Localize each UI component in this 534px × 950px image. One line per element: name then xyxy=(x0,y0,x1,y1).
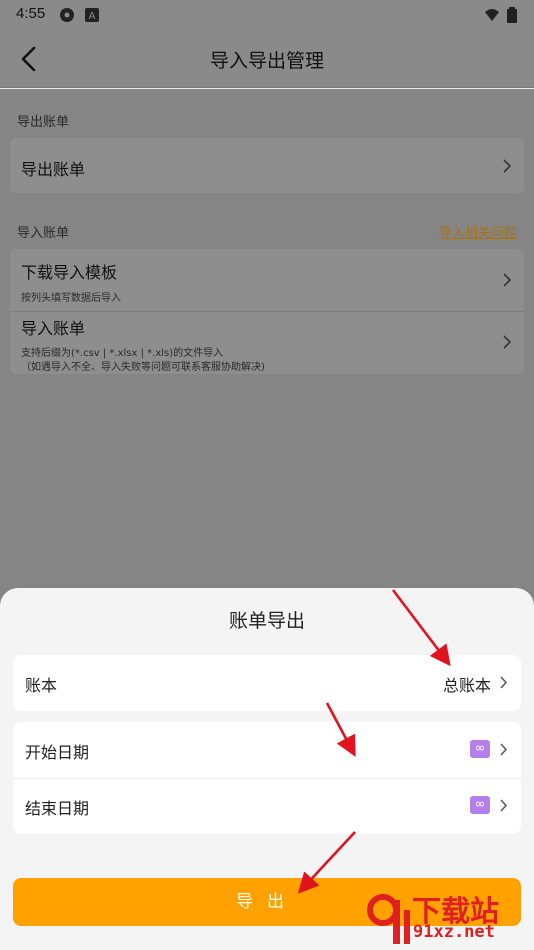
chevron-right-icon xyxy=(503,335,512,349)
svg-text:A: A xyxy=(89,11,96,22)
notification-status-icon: A xyxy=(85,8,99,22)
settings-status-icon xyxy=(60,8,74,22)
chevron-right-icon xyxy=(503,273,512,287)
import-bill-title: 导入账单 xyxy=(21,319,86,338)
download-template-row[interactable]: 下载导入模板 按列头填写数据后导入 xyxy=(10,249,524,311)
ledger-value: 总账本 xyxy=(442,676,491,695)
sheet-title: 账单导出 xyxy=(228,610,305,632)
chevron-right-icon xyxy=(503,159,512,173)
chevron-right-icon xyxy=(500,743,508,756)
import-bill-row[interactable]: 导入账单 支持后缀为(*.csv | *.xlsx | *.xls)的文件导入 … xyxy=(10,312,524,374)
start-date-label: 开始日期 xyxy=(25,743,90,762)
ledger-card: 账本 总账本 xyxy=(13,655,521,711)
download-template-title: 下载导入模板 xyxy=(21,263,118,282)
download-template-subtitle: 按列头填写数据后导入 xyxy=(21,293,121,304)
status-time: 4:55 xyxy=(16,5,46,22)
ledger-row[interactable]: 账本 总账本 xyxy=(13,655,521,711)
watermark-url: 91xz.net xyxy=(413,922,495,942)
ledger-label: 账本 xyxy=(25,676,58,695)
import-card: 下载导入模板 按列头填写数据后导入 导入账单 支持后缀为(*.csv | *.x… xyxy=(10,249,524,374)
import-bill-subtitle: 支持后缀为(*.csv | *.xlsx | *.xls)的文件导入 xyxy=(21,348,224,359)
chevron-right-icon xyxy=(500,676,508,689)
app-bar: 导入导出管理 xyxy=(0,30,534,88)
date-card: 开始日期 ∞ 结束日期 ∞ xyxy=(13,722,521,834)
export-bill-row[interactable]: 导出账单 xyxy=(10,138,524,193)
import-help-link[interactable]: 导入相关问题 xyxy=(439,222,517,241)
end-date-row[interactable]: 结束日期 ∞ xyxy=(13,778,521,834)
end-date-label: 结束日期 xyxy=(25,799,90,818)
wifi-icon xyxy=(485,9,499,21)
export-bill-title: 导出账单 xyxy=(21,160,86,179)
battery-icon xyxy=(507,7,517,23)
chevron-right-icon xyxy=(500,799,508,812)
import-section-label: 导入账单 xyxy=(17,226,70,241)
page-title: 导入导出管理 xyxy=(209,50,324,72)
infinity-icon: ∞ xyxy=(470,740,490,758)
import-bill-note: （如遇导入不全、导入失败等问题可联系客服协助解决) xyxy=(21,362,265,373)
site-logo-icon xyxy=(367,894,410,944)
infinity-icon: ∞ xyxy=(470,796,490,814)
start-date-row[interactable]: 开始日期 ∞ xyxy=(13,722,521,778)
watermark: 下载站 91xz.net xyxy=(365,888,530,948)
export-section-label: 导出账单 xyxy=(17,115,70,130)
status-bar: 4:55 A xyxy=(0,0,534,30)
